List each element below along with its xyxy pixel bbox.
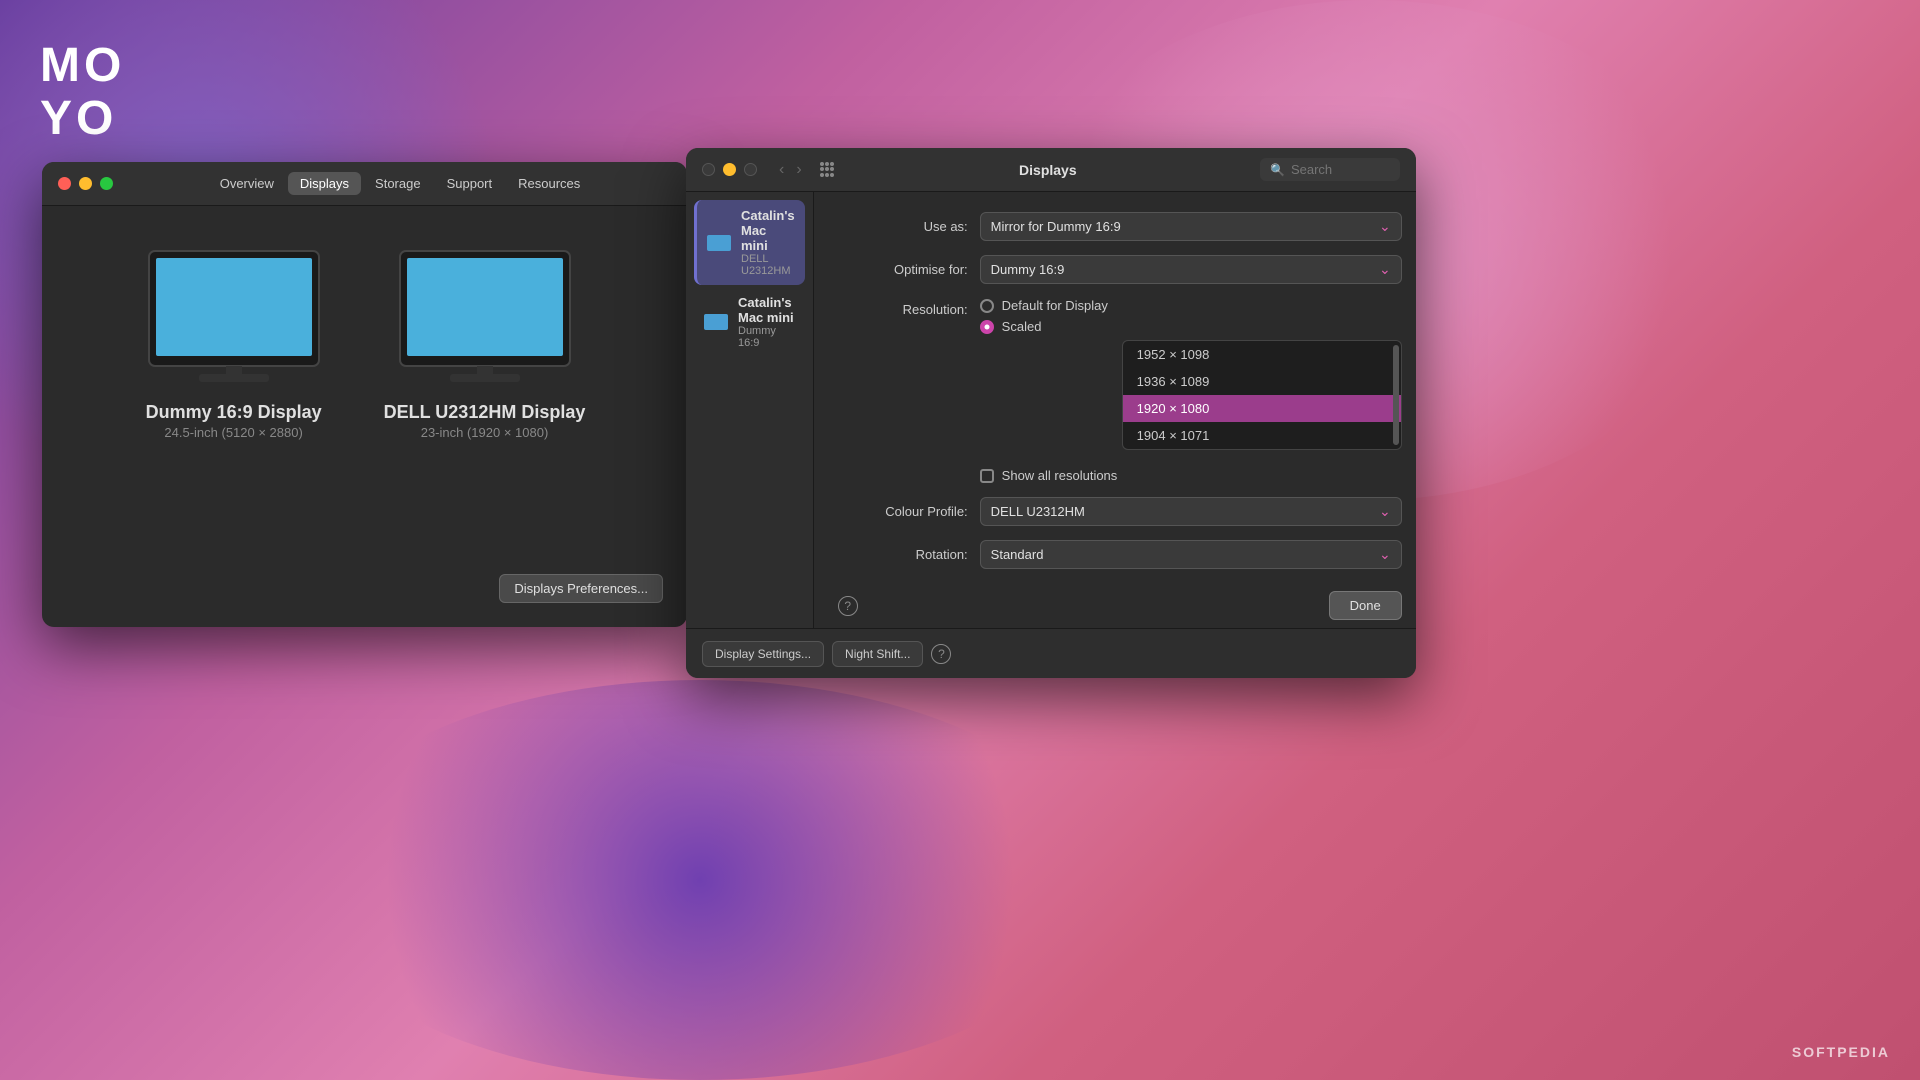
right-window-titlebar: ‹ › Displays 🔍 (686, 148, 1416, 192)
search-box[interactable]: 🔍 (1260, 158, 1400, 181)
resolution-scrollbar[interactable] (1393, 345, 1399, 445)
resolution-item-3[interactable]: 1904 × 1071 (1123, 422, 1401, 449)
moyo-logo: MO YO (40, 40, 125, 146)
tab-storage[interactable]: Storage (363, 172, 433, 195)
use-as-dropdown[interactable]: Mirror for Dummy 16:9 ⌄ (980, 212, 1402, 241)
colour-profile-label: Colour Profile: (838, 504, 968, 519)
tab-displays[interactable]: Displays (288, 172, 361, 195)
traffic-lights-right (702, 163, 757, 176)
display-item-dell: DELL U2312HM Display 23-inch (1920 × 108… (384, 246, 586, 440)
default-resolution-radio[interactable] (980, 299, 994, 313)
scaled-resolution-label: Scaled (1002, 319, 1042, 334)
displays-settings: Use as: Mirror for Dummy 16:9 ⌄ Optimise… (814, 192, 1426, 628)
system-info-window: Overview Displays Storage Support Resour… (42, 162, 687, 627)
rotation-value: Standard (991, 547, 1044, 562)
sidebar-display-info-dell: Catalin's Mac mini DELL U2312HM (741, 208, 795, 277)
sidebar-monitor-icon-dummy (704, 314, 728, 330)
rotation-label: Rotation: (838, 547, 968, 562)
rotation-arrow: ⌄ (1379, 546, 1391, 563)
resolution-item-2[interactable]: 1920 × 1080 (1123, 395, 1401, 422)
back-arrow[interactable]: ‹ (775, 159, 788, 181)
resolution-row: Resolution: Default for Display Scaled 1… (838, 298, 1402, 450)
colour-profile-arrow: ⌄ (1379, 503, 1391, 520)
left-window-content: Dummy 16:9 Display 24.5-inch (5120 × 288… (42, 206, 687, 470)
resolution-list: 1952 × 1098 1936 × 1089 1920 × 1080 1904… (1122, 340, 1402, 450)
close-button-right[interactable] (702, 163, 715, 176)
done-button[interactable]: Done (1329, 591, 1402, 620)
display-name-dell: DELL U2312HM Display 23-inch (1920 × 108… (384, 402, 586, 440)
forward-arrow[interactable]: › (792, 159, 805, 181)
default-resolution-radio-row: Default for Display (980, 298, 1402, 313)
use-as-row: Use as: Mirror for Dummy 16:9 ⌄ (838, 212, 1402, 241)
bg-blob3 (300, 680, 1100, 1080)
colour-profile-dropdown[interactable]: DELL U2312HM ⌄ (980, 497, 1402, 526)
tab-support[interactable]: Support (435, 172, 505, 195)
colour-profile-value: DELL U2312HM (991, 504, 1085, 519)
minimize-button-right[interactable] (723, 163, 736, 176)
minimize-button-left[interactable] (79, 177, 92, 190)
night-shift-button[interactable]: Night Shift... (832, 641, 923, 667)
monitor-svg-dummy (144, 246, 324, 386)
optimise-for-dropdown[interactable]: Dummy 16:9 ⌄ (980, 255, 1402, 284)
maximize-button-right[interactable] (744, 163, 757, 176)
right-window-body: Catalin's Mac mini DELL U2312HM Catalin'… (686, 192, 1416, 628)
close-button-left[interactable] (58, 177, 71, 190)
grid-icon[interactable] (820, 162, 836, 178)
resolution-item-1[interactable]: 1936 × 1089 (1123, 368, 1401, 395)
use-as-value: Mirror for Dummy 16:9 (991, 219, 1121, 234)
sidebar-item-dell[interactable]: Catalin's Mac mini DELL U2312HM (694, 200, 805, 285)
displays-row: Dummy 16:9 Display 24.5-inch (5120 × 288… (144, 246, 586, 440)
softpedia-watermark: SOFTPEDIA (1792, 1044, 1890, 1060)
scaled-resolution-radio[interactable] (980, 320, 994, 334)
optimise-for-value: Dummy 16:9 (991, 262, 1065, 277)
maximize-button-left[interactable] (100, 177, 113, 190)
display-item-dummy: Dummy 16:9 Display 24.5-inch (5120 × 288… (144, 246, 324, 440)
bottom-help-button[interactable]: ? (931, 644, 951, 664)
monitor-svg-dell (395, 246, 575, 386)
rotation-row: Rotation: Standard ⌄ (838, 540, 1402, 569)
search-input[interactable] (1291, 162, 1391, 177)
bottom-left-buttons: Display Settings... Night Shift... ? (702, 641, 951, 667)
left-window-titlebar: Overview Displays Storage Support Resour… (42, 162, 687, 206)
display-settings-button[interactable]: Display Settings... (702, 641, 824, 667)
prefs-btn-row: Displays Preferences... (499, 574, 663, 603)
show-all-row: Show all resolutions (980, 468, 1402, 483)
displays-preferences-button[interactable]: Displays Preferences... (499, 574, 663, 603)
displays-preferences-window: ‹ › Displays 🔍 Catalin's Mac mini DELL U… (686, 148, 1416, 678)
display-name-dummy: Dummy 16:9 Display 24.5-inch (5120 × 288… (146, 402, 322, 440)
resolution-label: Resolution: (838, 302, 968, 317)
sidebar-monitor-icon-dell (707, 235, 731, 251)
displays-sidebar: Catalin's Mac mini DELL U2312HM Catalin'… (686, 192, 814, 628)
left-window-tabs: Overview Displays Storage Support Resour… (129, 172, 671, 195)
show-all-label: Show all resolutions (1002, 468, 1118, 483)
search-icon: 🔍 (1270, 163, 1285, 177)
main-help-button[interactable]: ? (838, 596, 858, 616)
default-resolution-label: Default for Display (1002, 298, 1108, 313)
sidebar-item-dummy[interactable]: Catalin's Mac mini Dummy 16:9 (694, 287, 805, 357)
optimise-for-label: Optimise for: (838, 262, 968, 277)
right-window-bottom: Display Settings... Night Shift... ? (686, 628, 1416, 678)
use-as-label: Use as: (838, 219, 968, 234)
window-title: Displays (846, 162, 1250, 178)
optimise-for-row: Optimise for: Dummy 16:9 ⌄ (838, 255, 1402, 284)
use-as-arrow: ⌄ (1379, 218, 1391, 235)
resolution-item-0[interactable]: 1952 × 1098 (1123, 341, 1401, 368)
nav-arrows: ‹ › (775, 159, 806, 181)
tab-resources[interactable]: Resources (506, 172, 592, 195)
scaled-resolution-radio-row: Scaled (980, 319, 1402, 334)
colour-profile-row: Colour Profile: DELL U2312HM ⌄ (838, 497, 1402, 526)
traffic-lights-left (58, 177, 113, 190)
tab-overview[interactable]: Overview (208, 172, 286, 195)
sidebar-display-info-dummy: Catalin's Mac mini Dummy 16:9 (738, 295, 795, 349)
rotation-dropdown[interactable]: Standard ⌄ (980, 540, 1402, 569)
show-all-checkbox[interactable] (980, 469, 994, 483)
optimise-for-arrow: ⌄ (1379, 261, 1391, 278)
resolution-section: Default for Display Scaled 1952 × 1098 1… (980, 298, 1402, 450)
